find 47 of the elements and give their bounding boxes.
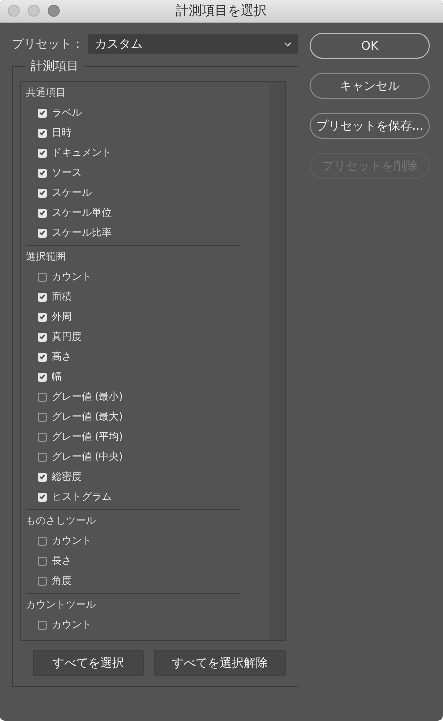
checkbox[interactable] — [38, 576, 47, 586]
checkbox-label: グレー値 (最小) — [52, 390, 123, 404]
checkbox-label: グレー値 (中央) — [52, 450, 123, 464]
group-heading: カウントツール — [26, 599, 97, 613]
checkbox-label: カウント — [52, 271, 92, 284]
preset-label: プリセット： — [12, 36, 84, 52]
select-button[interactable]: すべてを選択 — [33, 650, 144, 676]
checkbox-label: グレー値 (平均) — [52, 431, 123, 444]
window-title: 計測項目を選択 — [176, 3, 267, 20]
checkbox-label: 高さ — [52, 350, 72, 364]
checkbox-label: カウント — [52, 535, 92, 548]
checkbox[interactable] — [38, 432, 47, 442]
checkbox-label: 幅 — [52, 371, 62, 384]
group-heading: ものさしツール — [26, 515, 97, 529]
panel-title: 計測項目 — [25, 58, 85, 75]
checkbox[interactable] — [38, 620, 47, 630]
checkbox-label: ドキュメント — [52, 147, 112, 160]
checkbox-label: 日時 — [52, 126, 72, 140]
checkbox[interactable] — [38, 392, 47, 402]
checkbox-label: 真円度 — [52, 330, 82, 344]
zoom-icon[interactable] — [48, 5, 60, 17]
checkbox[interactable] — [38, 272, 47, 282]
checkbox-label: ラベル — [52, 107, 82, 120]
checkbox[interactable] — [38, 452, 47, 462]
checkbox[interactable] — [38, 536, 47, 546]
checkbox-label: 総密度 — [52, 470, 82, 484]
checkbox-label: ヒストグラム — [52, 491, 112, 504]
checkbox-label: グレー値 (最大) — [52, 410, 123, 424]
dialog-button[interactable]: OK — [310, 33, 430, 59]
group-heading: 共通項目 — [26, 86, 67, 101]
checkbox-label: ソース — [52, 167, 82, 180]
dialog-button[interactable]: プリセットを保存... — [310, 113, 430, 139]
checkbox-label: 面積 — [52, 290, 72, 304]
checkbox[interactable] — [38, 556, 47, 566]
checkbox-label: スケール単位 — [52, 207, 112, 220]
checkbox-label: 外周 — [52, 311, 72, 324]
group-heading: 選択範囲 — [26, 251, 67, 265]
checkbox-label: 長さ — [52, 555, 72, 568]
checkbox[interactable] — [38, 412, 47, 422]
caret-icon — [284, 42, 292, 46]
checkbox-label: スケール — [52, 187, 92, 200]
dialog-button[interactable]: キャンセル — [310, 73, 430, 99]
preset-dropdown[interactable]: カスタム — [88, 34, 298, 54]
checkbox-label: カウント — [52, 619, 92, 632]
select-button[interactable]: すべてを選択解除 — [154, 650, 286, 676]
checkbox-label: スケール比率 — [52, 226, 112, 240]
checkbox-label: 角度 — [52, 574, 72, 588]
